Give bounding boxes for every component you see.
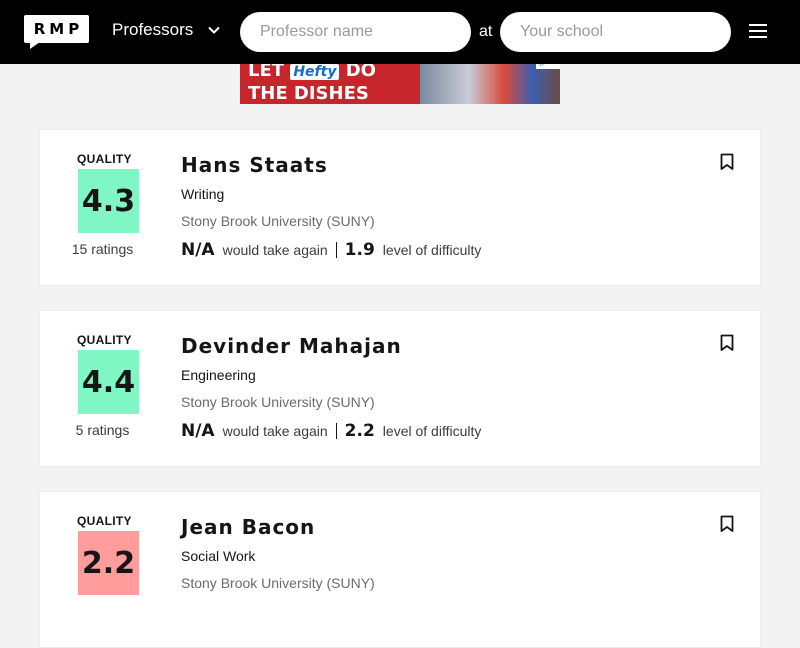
- ad-brand: Hefty: [290, 64, 340, 80]
- quality-label: QUALITY: [77, 514, 132, 528]
- take-again-label: would take again: [222, 242, 328, 258]
- chevron-down-icon: [208, 26, 220, 34]
- hamburger-menu-icon[interactable]: [749, 24, 767, 40]
- school-input[interactable]: [500, 12, 731, 52]
- quality-score: 2.2: [78, 531, 139, 595]
- bookmark-icon[interactable]: [720, 515, 734, 533]
- take-again-value: N/A: [181, 421, 215, 441]
- bookmark-icon[interactable]: [720, 334, 734, 352]
- ratings-count: 5 ratings: [75, 422, 130, 438]
- professor-name[interactable]: Hans Staats: [181, 153, 328, 177]
- difficulty-label: level of difficulty: [382, 423, 482, 439]
- rmp-logo[interactable]: RMP: [24, 15, 89, 49]
- quality-label: QUALITY: [77, 152, 132, 166]
- quality-label: QUALITY: [77, 333, 132, 347]
- professor-card[interactable]: QUALITY 4.3 15 ratings Hans Staats Writi…: [39, 129, 761, 286]
- top-nav-bar: RMP Professors at: [0, 0, 800, 64]
- take-again-value: N/A: [181, 240, 215, 260]
- department: Social Work: [181, 548, 256, 564]
- quality-score: 4.4: [78, 350, 139, 414]
- school-name: Stony Brook University (SUNY): [181, 394, 375, 410]
- bookmark-icon[interactable]: [720, 153, 734, 171]
- ad-line2: THE DISHES: [248, 83, 369, 104]
- department: Engineering: [181, 367, 256, 383]
- stats-divider: [335, 423, 337, 439]
- search-type-label: Professors: [112, 20, 194, 39]
- professor-stats: N/A would take again 2.2 level of diffic…: [181, 421, 481, 441]
- professor-card[interactable]: QUALITY 2.2 Jean Bacon Social Work Stony…: [39, 491, 761, 648]
- ratings-count: 15 ratings: [71, 241, 134, 257]
- quality-score: 4.3: [78, 169, 139, 233]
- school-name: Stony Brook University (SUNY): [181, 575, 375, 591]
- difficulty-value: 1.9: [344, 240, 375, 260]
- professor-name[interactable]: Jean Bacon: [181, 515, 315, 539]
- stats-divider: [335, 242, 337, 258]
- professor-card[interactable]: QUALITY 4.4 5 ratings Devinder Mahajan E…: [39, 310, 761, 467]
- take-again-label: would take again: [222, 423, 328, 439]
- professor-name-input[interactable]: [240, 12, 471, 52]
- professor-name[interactable]: Devinder Mahajan: [181, 334, 402, 358]
- school-name: Stony Brook University (SUNY): [181, 213, 375, 229]
- at-label: at: [479, 23, 493, 40]
- logo-text: RMP: [24, 15, 89, 43]
- department: Writing: [181, 186, 225, 202]
- difficulty-label: level of difficulty: [382, 242, 482, 258]
- difficulty-value: 2.2: [344, 421, 375, 441]
- logo-speech-tail: [30, 42, 40, 49]
- professor-stats: N/A would take again 1.9 level of diffic…: [181, 240, 481, 260]
- search-type-dropdown[interactable]: Professors: [112, 20, 221, 40]
